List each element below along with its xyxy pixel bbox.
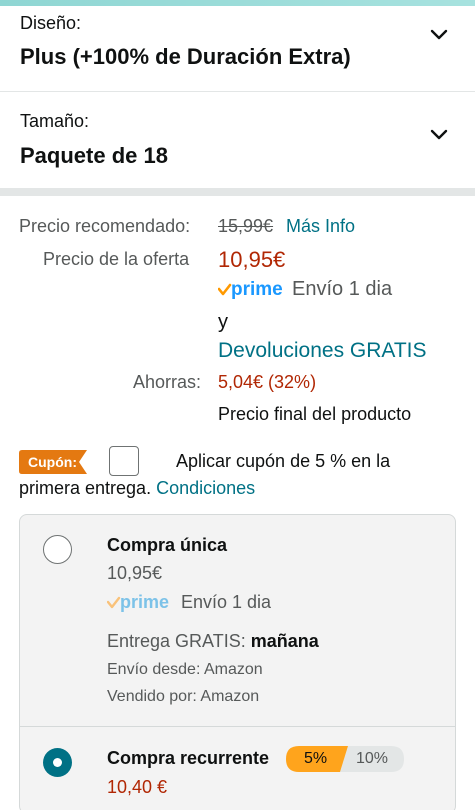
offer-price: 10,95€ [218,247,286,272]
design-label: Diseño: [20,13,82,33]
one-time-purchase-price: 10,95€ [107,563,163,583]
recurring-purchase-radio[interactable] [43,748,72,777]
coupon-text-line2: primera entrega. Condiciones [19,478,255,499]
savings-value: 5,04€ (32%) [218,372,317,392]
coupon-conditions-link[interactable]: Condiciones [156,478,255,498]
ships-from-text: Envío desde: Amazon [107,661,263,678]
recommended-price-label: Precio recomendado: [19,216,191,236]
more-info-link[interactable]: Más Info [286,216,355,237]
recommended-price: 15,99€ [218,216,274,236]
svg-text:prime: prime [120,592,169,612]
free-returns-link[interactable]: Devoluciones GRATIS [218,339,427,363]
coupon-text: Aplicar cupón de 5 % en la [176,451,391,471]
coupon-checkbox[interactable] [109,446,139,476]
coupon-badge-label: Cupón: [28,454,77,470]
size-selector[interactable]: Tamaño: Paquete de 18 [0,92,475,182]
design-value: Plus (+100% de Duración Extra) [20,44,351,69]
size-label: Tamaño: [20,111,90,131]
prime-logo-icon: prime [107,592,169,612]
recurring-purchase-price: 10,40 € [107,777,168,797]
coupon-text-tail: primera entrega. [19,478,152,498]
svg-text:prime: prime [231,279,283,300]
coupon-badge: Cupón: [19,450,87,474]
free-delivery-prefix: Entrega GRATIS: [107,631,246,651]
savings-label: Ahorras: [133,372,202,392]
one-time-shipping-text: Envío 1 dia [181,591,272,612]
chevron-down-icon[interactable] [429,28,449,42]
offer-price-label: Precio de la oferta [43,249,190,269]
one-time-prime-shipping: prime Envío 1 dia [107,591,271,615]
discount-10-pill[interactable]: 10% [340,746,404,772]
one-time-purchase-radio[interactable] [43,535,72,564]
recurring-purchase-title[interactable]: Compra recurrente [107,748,269,769]
discount-5-label: 5% [304,750,328,767]
and-text: y [218,311,228,333]
free-delivery-text: Entrega GRATIS: mañana [107,631,319,652]
section-divider [0,188,475,196]
sold-by-text: Vendido por: Amazon [107,688,260,705]
coupon-section: Cupón: Aplicar cupón de 5 % en la primer… [0,444,475,504]
shipping-text: Envío 1 dia [292,277,393,300]
design-selector[interactable]: Diseño: Plus (+100% de Duración Extra) [0,6,475,92]
discount-5-pill[interactable]: 5% [286,746,348,772]
purchase-options-box: Compra única 10,95€ prime Envío 1 dia En… [19,514,456,810]
delivery-day: mañana [250,631,319,651]
size-value: Paquete de 18 [20,143,168,168]
prime-logo-icon: prime [218,279,283,300]
chevron-down-icon[interactable] [429,128,449,142]
options-divider [20,726,455,727]
discount-10-label: 10% [356,750,389,767]
prime-shipping: prime Envío 1 dia [218,277,392,303]
final-price-note: Precio final del producto [218,404,412,424]
one-time-purchase-title[interactable]: Compra única [107,535,227,556]
